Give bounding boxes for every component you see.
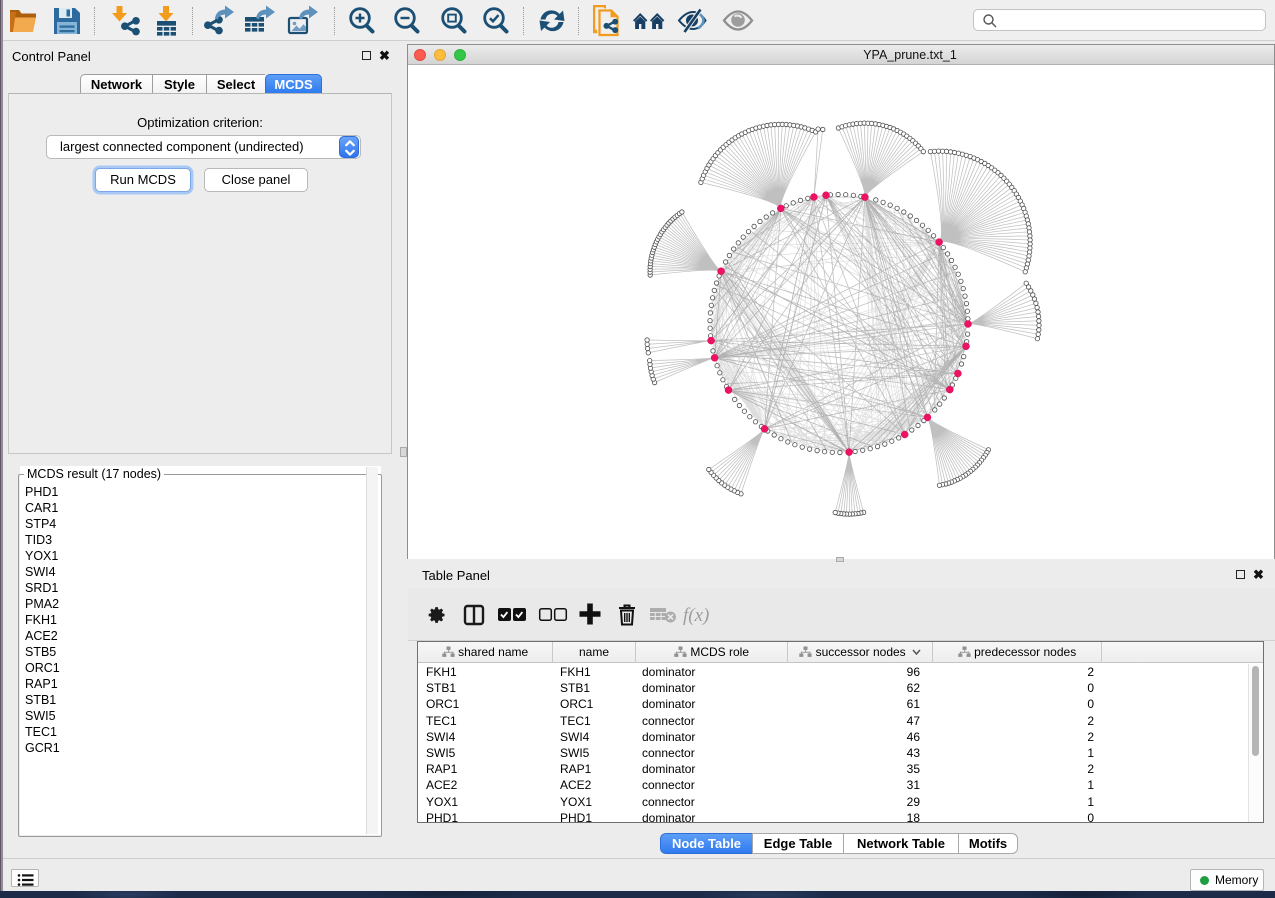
svg-text:f(x): f(x) xyxy=(683,605,709,626)
